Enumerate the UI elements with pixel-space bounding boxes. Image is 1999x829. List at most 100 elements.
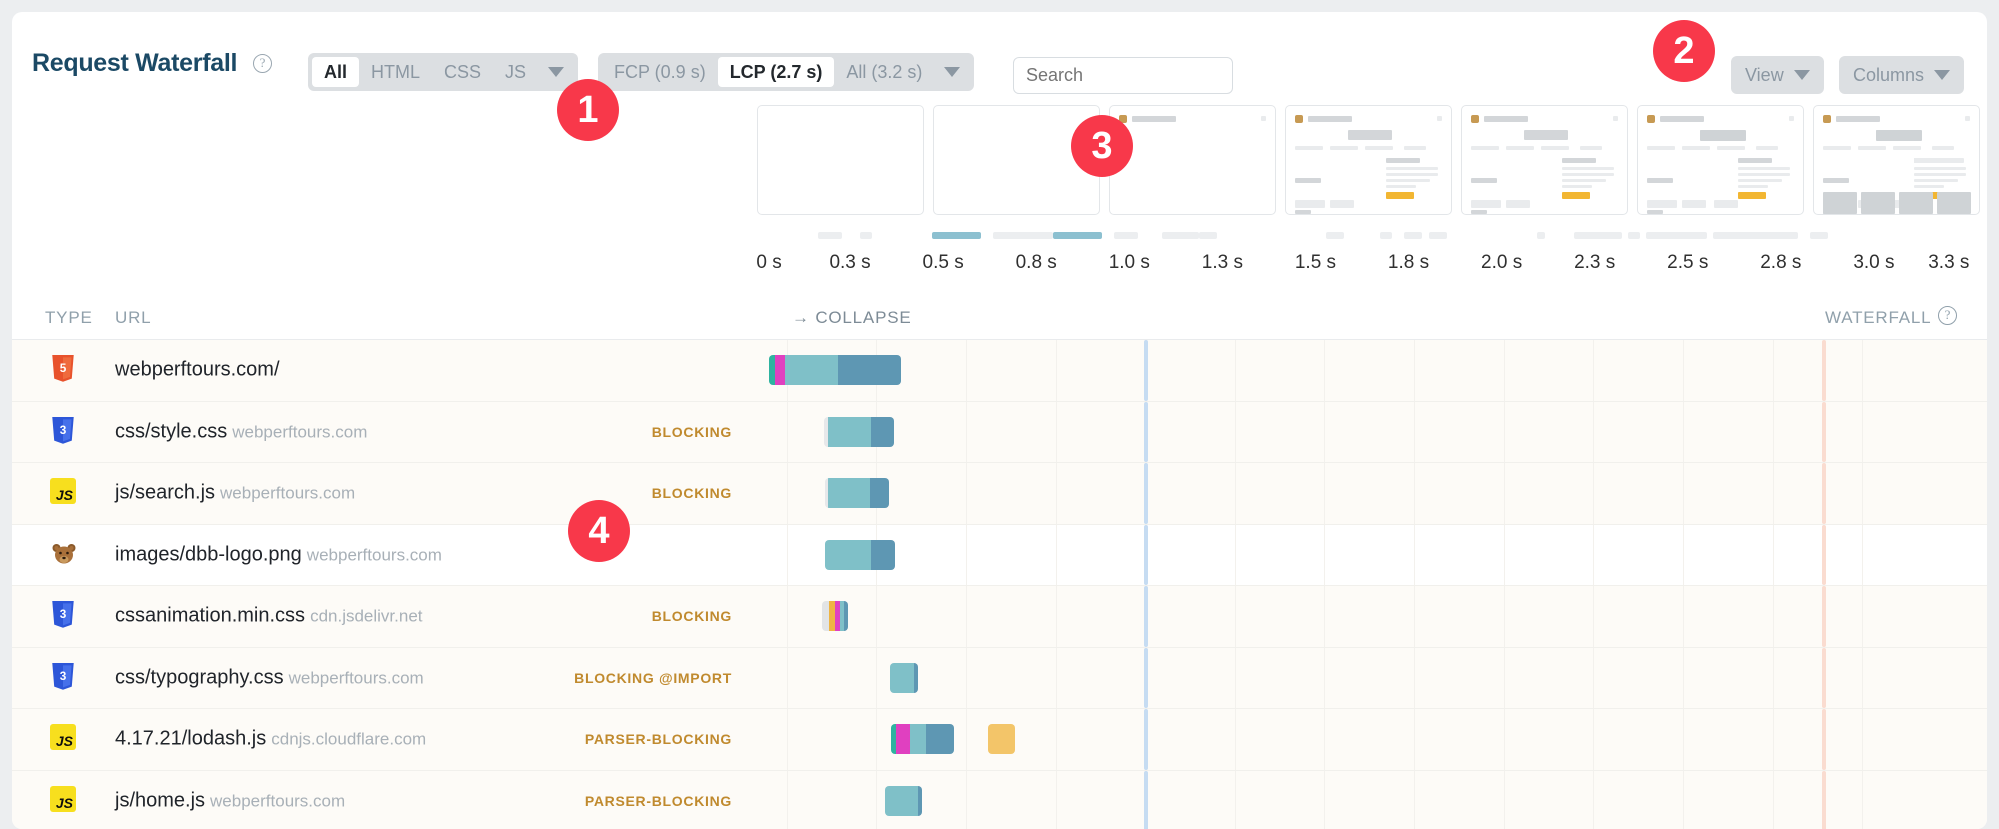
time-axis: 0 s0.3 s0.5 s0.8 s1.0 s1.3 s1.5 s1.8 s2.… (757, 252, 1967, 278)
row-url-host: webperftours.com (210, 791, 345, 810)
filter-css[interactable]: CSS (432, 57, 493, 87)
row-url[interactable]: cssanimation.min.csscdn.jsdelivr.net (115, 605, 423, 628)
column-header-type: TYPE (45, 308, 93, 328)
row-url[interactable]: js/search.jswebperftours.com (115, 482, 355, 505)
type-filter-group[interactable]: All HTML CSS JS (308, 53, 578, 91)
collapse-button[interactable]: → COLLAPSE (792, 308, 912, 328)
grid-line (1773, 648, 1774, 709)
lcp-marker (1144, 648, 1148, 709)
filter-html[interactable]: HTML (359, 57, 432, 87)
request-bar[interactable] (824, 417, 895, 447)
grid-line (1235, 340, 1236, 401)
filmstrip[interactable] (757, 105, 1967, 215)
row-type-icon: 3 (50, 417, 76, 447)
filter-fcp[interactable]: FCP (0.9 s) (602, 57, 718, 87)
row-url[interactable]: webperftours.com/ (115, 359, 280, 382)
request-bar[interactable] (885, 786, 921, 816)
filter-all[interactable]: All (312, 57, 359, 87)
row-type-icon (50, 540, 76, 570)
metric-filter-group[interactable]: FCP (0.9 s) LCP (2.7 s) All (3.2 s) (598, 53, 974, 91)
grid-line (876, 771, 877, 829)
svg-text:3: 3 (60, 608, 67, 621)
grid-line (1235, 402, 1236, 463)
filter-lcp[interactable]: LCP (2.7 s) (718, 57, 835, 87)
request-bar-extra[interactable] (988, 724, 1015, 754)
row-url-path: webperftours.com/ (115, 359, 280, 381)
axis-tick-label: 0.3 s (829, 252, 870, 274)
minimap-tick (1404, 232, 1422, 239)
lcp-marker (1144, 771, 1148, 829)
request-waterfall-panel: Request Waterfall ? All HTML CSS JS FCP … (12, 12, 1987, 829)
minimap-tick (1810, 232, 1828, 239)
row-url[interactable]: css/style.csswebperftours.com (115, 420, 367, 443)
grid-line (1862, 525, 1863, 586)
request-bar[interactable] (890, 663, 918, 693)
grid-line (1683, 586, 1684, 647)
grid-line (1235, 586, 1236, 647)
grid-line (787, 586, 788, 647)
filmstrip-frame[interactable] (1461, 105, 1628, 215)
table-row[interactable]: 5webperftours.com/ (12, 340, 1987, 402)
request-bar[interactable] (822, 601, 847, 631)
axis-tick-label: 1.3 s (1202, 252, 1243, 274)
grid-line (1593, 525, 1594, 586)
filmstrip-frame[interactable] (1637, 105, 1804, 215)
grid-line (1414, 771, 1415, 829)
chevron-down-icon[interactable] (548, 67, 564, 77)
grid-line (1056, 709, 1057, 770)
row-url[interactable]: 4.17.21/lodash.jscdnjs.cloudflare.com (115, 728, 426, 751)
filmstrip-frame[interactable] (1285, 105, 1452, 215)
table-row[interactable]: 3cssanimation.min.csscdn.jsdelivr.netBLO… (12, 586, 1987, 648)
row-type-icon: JS (50, 786, 76, 816)
column-header-waterfall: WATERFALL (1825, 308, 1931, 328)
grid-line (1414, 463, 1415, 524)
page-title: Request Waterfall (32, 49, 237, 78)
request-bar[interactable] (891, 724, 953, 754)
search-input[interactable] (1013, 57, 1233, 94)
bar-segment (825, 540, 871, 570)
request-bar[interactable] (825, 478, 889, 508)
grid-line (1862, 648, 1863, 709)
row-type-icon: JS (50, 724, 76, 754)
request-bar[interactable] (825, 540, 895, 570)
row-url[interactable]: css/typography.csswebperftours.com (115, 666, 424, 689)
table-row[interactable]: JSjs/search.jswebperftours.comBLOCKING (12, 463, 1987, 525)
filter-js[interactable]: JS (493, 57, 538, 87)
request-bar[interactable] (769, 355, 901, 385)
bar-segment (828, 478, 869, 508)
columns-button[interactable]: Columns (1839, 56, 1964, 94)
callout-badge-4: 4 (568, 500, 630, 562)
table-row[interactable]: JS4.17.21/lodash.jscdnjs.cloudflare.comP… (12, 709, 1987, 771)
view-button[interactable]: View (1731, 56, 1824, 94)
bar-segment (822, 601, 829, 631)
filmstrip-frame[interactable] (1109, 105, 1276, 215)
table-row[interactable]: 3css/style.csswebperftours.comBLOCKING (12, 402, 1987, 464)
svg-text:3: 3 (60, 670, 67, 683)
grid-line (1414, 340, 1415, 401)
filter-all-time[interactable]: All (3.2 s) (834, 57, 934, 87)
image-icon (50, 540, 78, 568)
grid-line (1324, 586, 1325, 647)
waterfall-help-icon[interactable]: ? (1938, 306, 1957, 325)
row-type-icon: 3 (50, 601, 76, 631)
filmstrip-frame[interactable] (1813, 105, 1980, 215)
table-row[interactable]: images/dbb-logo.pngwebperftours.com (12, 525, 1987, 587)
grid-line (966, 402, 967, 463)
row-url[interactable]: images/dbb-logo.pngwebperftours.com (115, 543, 442, 566)
help-icon[interactable]: ? (253, 54, 272, 73)
row-url-host: cdnjs.cloudflare.com (271, 730, 426, 749)
grid-line (787, 402, 788, 463)
axis-tick-label: 3.3 s (1928, 252, 1969, 274)
chevron-down-icon (1934, 70, 1950, 80)
table-row[interactable]: JSjs/home.jswebperftours.comPARSER-BLOCK… (12, 771, 1987, 829)
grid-line (1504, 771, 1505, 829)
axis-tick-label: 2.8 s (1760, 252, 1801, 274)
grid-line (1773, 709, 1774, 770)
view-button-label: View (1745, 65, 1784, 86)
grid-line (876, 709, 877, 770)
table-row[interactable]: 3css/typography.csswebperftours.comBLOCK… (12, 648, 1987, 710)
chevron-down-icon[interactable] (944, 67, 960, 77)
grid-line (787, 525, 788, 586)
row-url[interactable]: js/home.jswebperftours.com (115, 789, 345, 812)
filmstrip-frame[interactable] (757, 105, 924, 215)
